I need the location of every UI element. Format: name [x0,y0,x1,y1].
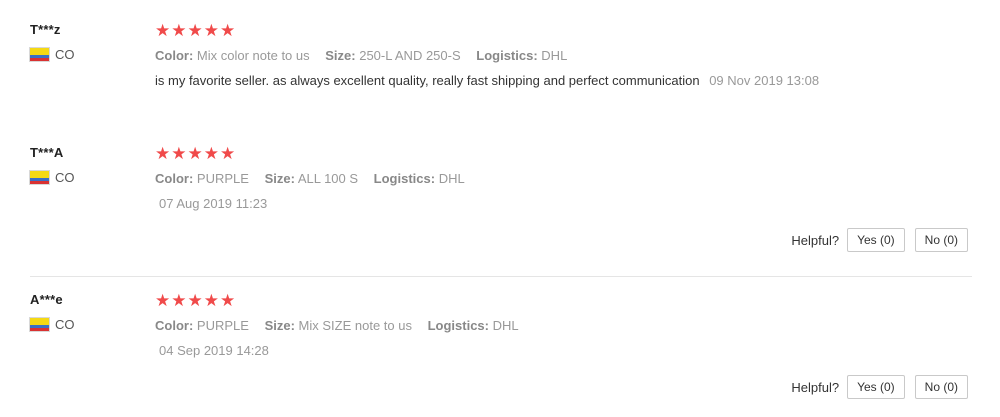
logistics-value: DHL [492,318,519,333]
size-value: Mix SIZE note to us [298,318,412,333]
review-divider [30,276,972,277]
helpful-no-button[interactable]: No (0) [914,228,968,252]
country-code: CO [55,47,75,62]
reviewer-country: CO [30,47,140,62]
country-code: CO [55,170,75,185]
reviewer-name: A***e [30,292,63,307]
logistics-label: Logistics: [373,171,436,186]
review-content: ★★★★★ Color: Mix color note to us Size: … [155,22,975,88]
size-label: Size: [264,171,295,186]
helpful-label: Helpful? [791,379,840,395]
country-code: CO [55,317,75,332]
logistics-label: Logistics: [476,48,538,63]
color-label: Color: [155,171,194,186]
color-label: Color: [155,48,194,63]
size-value: ALL 100 S [297,171,359,186]
logistics-label: Logistics: [427,318,489,333]
colombia-flag-icon [30,171,49,184]
helpful-yes-button[interactable]: Yes (0) [847,228,905,252]
review-content: ★★★★★ Color: PURPLE Size: Mix SIZE note … [155,292,975,358]
reviewer-country: CO [30,317,140,332]
color-value: PURPLE [196,318,249,333]
product-attributes: Color: PURPLE Size: Mix SIZE note to us … [155,318,975,333]
reviewer-info: T***A CO [30,145,140,185]
color-label: Color: [155,318,194,333]
color-value: Mix color note to us [196,48,310,63]
helpful-no-button[interactable]: No (0) [914,375,968,399]
helpful-yes-button[interactable]: Yes (0) [847,375,905,399]
feedback-line: is my favorite seller. as always excelle… [155,73,975,88]
reviewer-info: A***e CO [30,292,140,332]
colombia-flag-icon [30,318,49,331]
product-attributes: Color: PURPLE Size: ALL 100 S Logistics:… [155,171,975,186]
logistics-value: DHL [541,48,568,63]
helpful-vote: Helpful? Yes (0) No (0) [791,375,968,399]
star-rating: ★★★★★ [155,144,237,163]
size-label: Size: [264,318,295,333]
reviewer-country: CO [30,170,140,185]
logistics-value: DHL [438,171,465,186]
star-rating: ★★★★★ [155,291,237,310]
colombia-flag-icon [30,48,49,61]
reviewer-name: T***z [30,22,61,37]
review-date: 09 Nov 2019 13:08 [709,73,820,88]
size-label: Size: [325,48,356,63]
helpful-vote: Helpful? Yes (0) No (0) [791,228,968,252]
review-content: ★★★★★ Color: PURPLE Size: ALL 100 S Logi… [155,145,975,211]
product-attributes: Color: Mix color note to us Size: 250-L … [155,48,975,63]
review-date: 07 Aug 2019 11:23 [159,196,268,211]
helpful-label: Helpful? [791,232,840,248]
reviewer-name: T***A [30,145,64,160]
review-date: 04 Sep 2019 14:28 [159,343,269,358]
reviewer-info: T***z CO [30,22,140,62]
star-rating: ★★★★★ [155,21,237,40]
review-text: is my favorite seller. as always excelle… [155,73,700,88]
color-value: PURPLE [196,171,249,186]
size-value: 250-L AND 250-S [359,48,461,63]
